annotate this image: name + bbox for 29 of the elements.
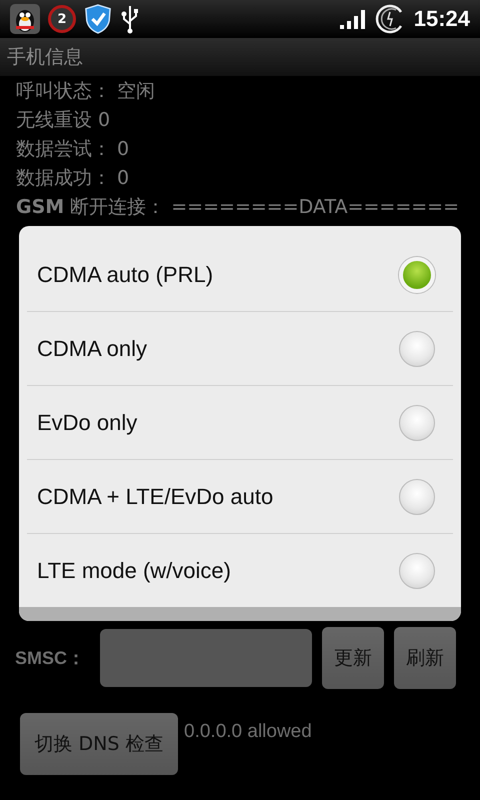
option-row[interactable]: LTE mode (w/voice) xyxy=(27,534,453,607)
option-label: EvDo only xyxy=(37,410,138,436)
radio-button[interactable] xyxy=(399,552,435,588)
info-line: 数据成功： 0 xyxy=(16,166,130,191)
usb-icon xyxy=(120,4,140,34)
option-label: CDMA + LTE/EvDo auto xyxy=(37,484,274,510)
radio-button[interactable] xyxy=(399,404,435,440)
option-row[interactable]: CDMA + LTE/EvDo auto xyxy=(27,460,453,534)
info-line: 数据尝试： 0 xyxy=(16,137,130,162)
option-row[interactable]: CDMA only xyxy=(27,312,453,386)
clock-time: 15:24 xyxy=(414,6,470,32)
option-label: LTE mode (w/voice) xyxy=(37,558,231,584)
option-label: CDMA auto (PRL) xyxy=(37,262,214,288)
option-row[interactable]: CDMA auto (PRL) xyxy=(27,238,453,312)
option-label: CDMA only xyxy=(37,336,148,362)
window-title: 手机信息 xyxy=(7,45,83,70)
info-line: GSM 断开连接： ========DATA======= xyxy=(16,195,460,220)
dns-status: 0.0.0.0 allowed xyxy=(184,720,312,743)
option-row[interactable]: EvDo only xyxy=(27,386,453,460)
radio-button[interactable] xyxy=(399,478,435,514)
alarm-icon: 2 xyxy=(48,5,76,33)
smsc-label: SMSC： xyxy=(15,647,86,670)
signal-icon xyxy=(340,9,366,29)
info-line: 呼叫状态： 空闲 xyxy=(16,79,156,104)
radio-button[interactable] xyxy=(399,330,435,366)
smsc-field[interactable] xyxy=(100,629,312,687)
shield-icon xyxy=(84,4,112,34)
penguin-icon xyxy=(10,4,40,34)
info-line: 无线重设 0 xyxy=(16,108,112,133)
